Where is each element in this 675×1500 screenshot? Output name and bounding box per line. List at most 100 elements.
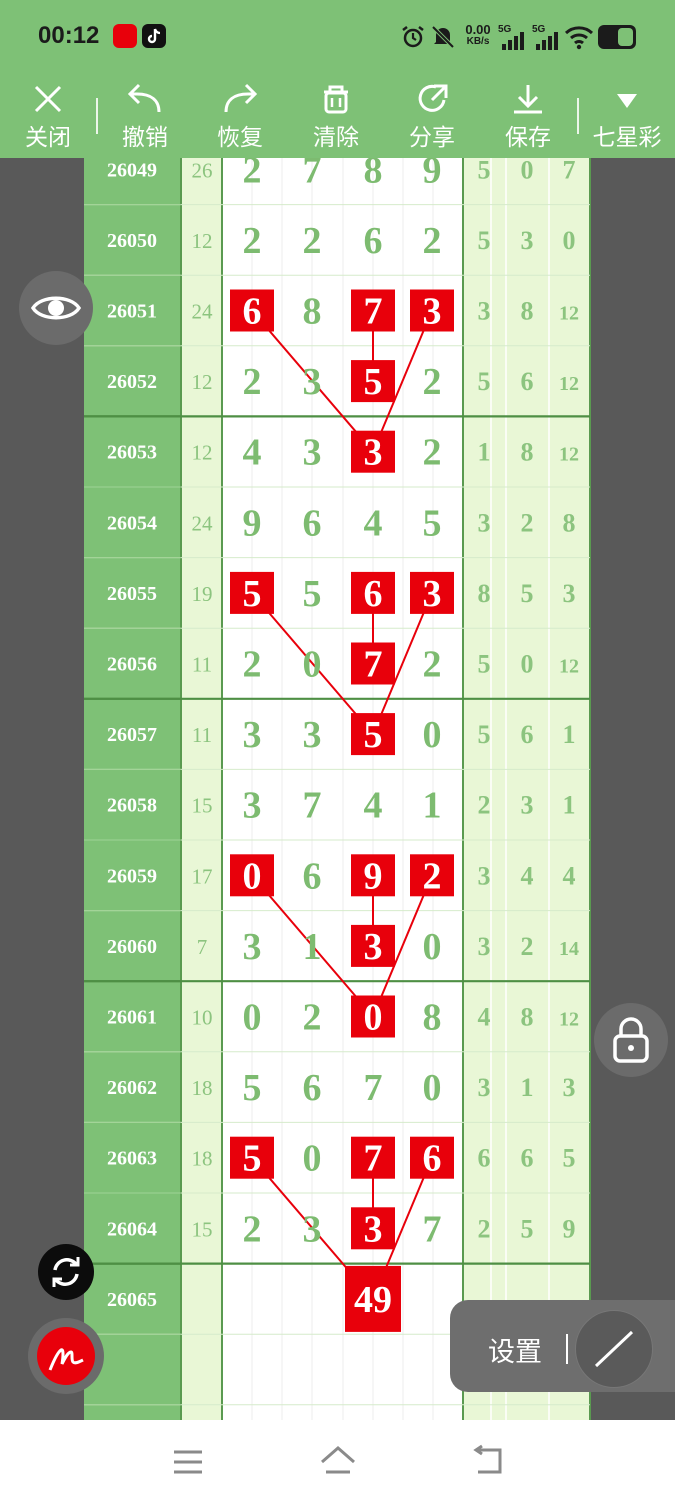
stat-value: 3: [478, 1073, 491, 1102]
stat-value: 8: [521, 1003, 534, 1032]
digit: 0: [303, 644, 322, 686]
stat-value: 6: [521, 1144, 534, 1173]
digit: 0: [303, 1138, 322, 1180]
stat-value: 0: [563, 226, 576, 255]
stat-value: 5: [521, 1214, 534, 1243]
digit: 7: [423, 1208, 442, 1250]
digit: 6: [303, 1067, 322, 1109]
trend-chart-grid[interactable]: 26049 26 2 7 8 9 5 0 726050 12 2 2 6 2 5 3 026051 24 6 8 7 3 3…: [0, 0, 675, 1420]
highlight-digit: 5: [364, 361, 383, 403]
sum-value: 15: [192, 1217, 213, 1241]
digit: 6: [303, 502, 322, 544]
settings-label[interactable]: 设置: [488, 1330, 542, 1369]
eye-icon: [30, 296, 82, 320]
stat-value: 0: [521, 650, 534, 679]
highlight-digit: 7: [364, 291, 383, 333]
stat-value: 3: [563, 1073, 576, 1102]
digit: 2: [423, 220, 442, 262]
stat-value: 2: [478, 1214, 491, 1243]
highlight-digit: 9: [364, 855, 383, 897]
digit: 2: [303, 997, 322, 1039]
highlight-digit: 7: [364, 1138, 383, 1180]
digit: 6: [303, 855, 322, 897]
stat-value: 3: [478, 932, 491, 961]
period-number: 26063: [107, 1148, 157, 1170]
stat-value: 3: [478, 508, 491, 537]
stat-value: 5: [563, 1144, 576, 1173]
sum-value: 18: [192, 1076, 213, 1100]
sum-value: 17: [192, 864, 213, 888]
digit: 6: [364, 220, 383, 262]
digit: 4: [243, 432, 262, 474]
sum-value: 11: [192, 653, 212, 677]
stat-value: 0: [521, 155, 534, 184]
stat-value: 7: [563, 155, 576, 184]
highlight-digit: 3: [423, 573, 442, 615]
back-icon[interactable]: [468, 1444, 506, 1478]
stat-value: 12: [559, 656, 579, 678]
period-number: 26049: [107, 159, 157, 181]
digit: 8: [364, 149, 383, 191]
menu-icon[interactable]: [170, 1448, 206, 1476]
stat-value: 8: [521, 438, 534, 467]
period-number: 26053: [107, 442, 157, 464]
digit: 9: [243, 502, 262, 544]
stat-value: 5: [478, 226, 491, 255]
stat-value: 3: [521, 791, 534, 820]
stat-value: 8: [478, 579, 491, 608]
stat-value: 8: [563, 508, 576, 537]
stat-value: 12: [559, 303, 579, 325]
line-tool-button[interactable]: [575, 1310, 653, 1388]
sum-value: 12: [192, 441, 213, 465]
stat-value: 3: [478, 861, 491, 890]
digit: 2: [423, 644, 442, 686]
sum-value: 18: [192, 1147, 213, 1171]
stat-value: 3: [478, 297, 491, 326]
digit: 8: [423, 997, 442, 1039]
stat-value: 1: [521, 1073, 534, 1102]
stat-value: 6: [521, 720, 534, 749]
period-number: 26058: [107, 795, 157, 817]
digit: 3: [303, 432, 322, 474]
period-number: 26059: [107, 865, 157, 887]
digit: 1: [303, 926, 322, 968]
stat-value: 5: [478, 650, 491, 679]
lock-button[interactable]: [594, 1003, 668, 1077]
digit: 3: [243, 926, 262, 968]
period-number: 26062: [107, 1077, 157, 1099]
digit: 7: [303, 149, 322, 191]
stat-value: 2: [521, 508, 534, 537]
digit: 7: [364, 1067, 383, 1109]
digit: 2: [423, 432, 442, 474]
stat-value: 4: [478, 1003, 491, 1032]
pen-tool-button[interactable]: [28, 1318, 104, 1394]
digit: 3: [303, 361, 322, 403]
digit: 2: [423, 361, 442, 403]
digit: 0: [423, 714, 442, 756]
highlight-digit: 5: [243, 1138, 262, 1180]
stat-value: 14: [559, 938, 579, 960]
stat-value: 6: [521, 367, 534, 396]
eye-toggle-button[interactable]: [19, 271, 93, 345]
digit: 9: [423, 149, 442, 191]
digit: 2: [243, 220, 262, 262]
stat-value: 6: [478, 1144, 491, 1173]
stat-value: 1: [563, 720, 576, 749]
home-icon[interactable]: [318, 1444, 358, 1478]
stat-value: 2: [521, 932, 534, 961]
stat-value: 4: [563, 861, 576, 890]
line-tool-icon: [594, 1330, 634, 1368]
digit: 1: [423, 785, 442, 827]
digit: 0: [423, 1067, 442, 1109]
highlight-digit: 3: [423, 291, 442, 333]
period-number: 26051: [107, 301, 157, 323]
pen-scribble-icon: [48, 1348, 84, 1371]
highlight-digit: 6: [243, 291, 262, 333]
stat-value: 12: [559, 373, 579, 395]
digit: 8: [303, 291, 322, 333]
period-number: 26056: [107, 654, 157, 676]
stat-value: 5: [478, 155, 491, 184]
sum-value: 10: [192, 1006, 213, 1030]
refresh-button[interactable]: [38, 1244, 94, 1300]
sum-value: 11: [192, 723, 212, 747]
